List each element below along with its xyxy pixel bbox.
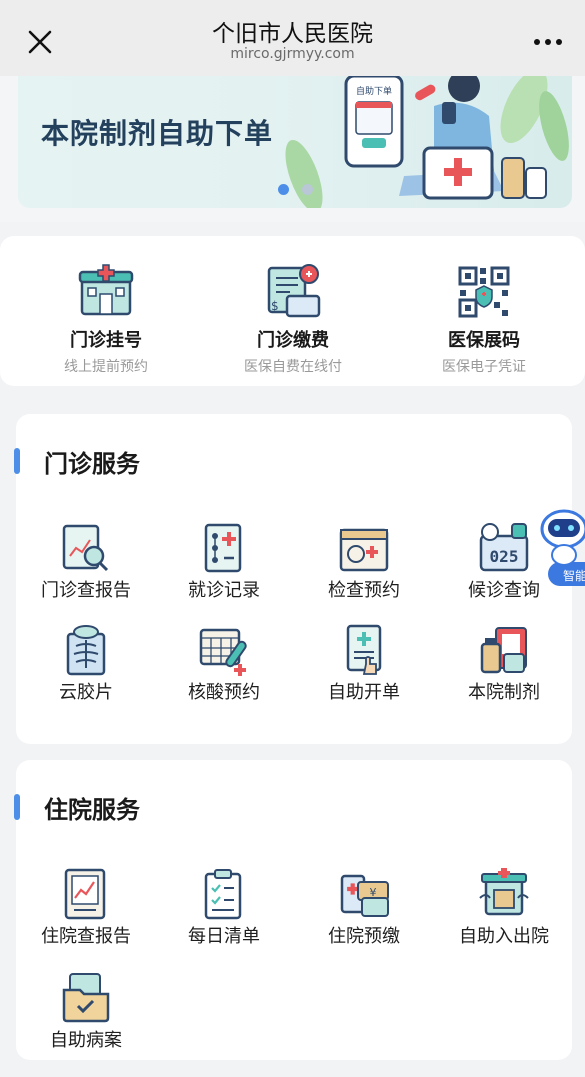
service-nucleic-acid-appointment[interactable]: 核酸预约 — [164, 624, 284, 704]
service-self-order[interactable]: 自助开单 — [304, 624, 424, 704]
quick-entry-label: 门诊挂号 — [70, 330, 142, 351]
quick-entry-sub: 医保自费在线付 — [244, 359, 342, 375]
outpatient-services-card: 门诊服务 门诊查报告 就诊记录 检查预约 025 候诊查询 云胶片 核酸预约 自… — [14, 414, 572, 744]
service-hospital-preparations[interactable]: 本院制剂 — [444, 624, 564, 704]
service-label: 门诊查报告 — [41, 580, 131, 601]
svg-text:$: $ — [271, 299, 279, 313]
service-inpatient-report[interactable]: 住院查报告 — [26, 868, 146, 948]
banner-pagination — [278, 180, 321, 199]
page-url: mirco.gjrmyy.com — [230, 46, 355, 62]
hospital-building-icon — [78, 264, 134, 316]
quick-entry-sub: 线上提前预约 — [64, 359, 148, 375]
self-order-icon — [346, 624, 382, 675]
test-tube-calendar-icon — [199, 628, 247, 676]
report-search-icon — [62, 524, 109, 572]
quick-entry-payment[interactable]: $ 门诊缴费 医保自费在线付 — [213, 264, 373, 376]
service-cloud-film[interactable]: 云胶片 — [26, 624, 146, 704]
banner-dot[interactable] — [302, 184, 314, 195]
service-label: 住院查报告 — [41, 926, 131, 947]
exam-calendar-icon — [339, 528, 389, 572]
quick-entry-label: 门诊缴费 — [257, 330, 329, 351]
queue-number-icon: 025 — [479, 523, 529, 572]
banner-area: 本院制剂自助下单 自助下单 — [0, 76, 585, 222]
qr-code-icon — [458, 266, 510, 318]
quick-entry-sub: 医保电子凭证 — [442, 359, 526, 375]
service-label: 检查预约 — [328, 580, 400, 601]
report-chart-icon — [64, 868, 106, 920]
service-label: 每日清单 — [188, 926, 260, 947]
service-inpatient-prepay[interactable]: ¥ 住院预缴 — [304, 868, 424, 948]
service-label: 自助入出院 — [459, 926, 549, 947]
xray-film-icon — [66, 625, 106, 676]
admission-discharge-icon — [479, 868, 529, 916]
quick-entry-label: 医保展码 — [448, 330, 520, 351]
assistant-label[interactable]: 智能导 — [563, 567, 585, 584]
inpatient-section-title: 住院服务 — [44, 796, 140, 824]
service-label: 自助开单 — [328, 682, 400, 703]
service-label: 本院制剂 — [468, 682, 540, 703]
prepay-cash-icon: ¥ — [340, 874, 389, 917]
service-label: 核酸预约 — [188, 682, 260, 703]
section-accent-bar — [14, 448, 20, 474]
service-label: 就诊记录 — [188, 580, 260, 601]
service-exam-appointment[interactable]: 检查预约 — [304, 522, 424, 602]
banner-dot-active[interactable] — [278, 184, 289, 195]
section-accent-bar — [14, 794, 20, 820]
service-admission-discharge[interactable]: 自助入出院 — [444, 868, 564, 948]
svg-text:¥: ¥ — [370, 886, 377, 899]
quick-entry-insurance-code[interactable]: 医保展码 医保电子凭证 — [404, 264, 564, 376]
medicine-bottles-icon — [480, 627, 527, 674]
service-outpatient-report[interactable]: 门诊查报告 — [26, 522, 146, 602]
promo-banner[interactable]: 本院制剂自助下单 自助下单 — [18, 76, 572, 208]
service-daily-list[interactable]: 每日清单 — [164, 868, 284, 948]
svg-text:025: 025 — [490, 547, 519, 566]
service-label: 云胶片 — [59, 682, 113, 703]
service-visit-records[interactable]: 就诊记录 — [164, 522, 284, 602]
page-title: 个旧市人民医院 — [212, 21, 373, 47]
payment-bill-icon: $ — [267, 264, 321, 318]
medical-record-folder-icon — [62, 973, 110, 1023]
service-label: 自助病案 — [50, 1030, 122, 1051]
service-self-medical-record[interactable]: 自助病案 — [26, 972, 146, 1052]
visit-record-icon — [204, 523, 242, 573]
more-options-icon[interactable] — [531, 28, 565, 56]
quick-entry-registration[interactable]: 门诊挂号 线上提前预约 — [26, 264, 186, 376]
service-label: 住院预缴 — [328, 926, 400, 947]
quick-entry-card: 门诊挂号 线上提前预约 $ 门诊缴费 医保自费在线付 医保展码 医保电子凭证 — [0, 236, 585, 386]
clipboard-list-icon — [204, 869, 242, 920]
outpatient-section-title: 门诊服务 — [44, 450, 140, 478]
banner-title: 本院制剂自助下单 — [41, 117, 274, 150]
title-bar: 个旧市人民医院 mirco.gjrmyy.com — [0, 0, 585, 76]
inpatient-services-card: 住院服务 住院查报告 每日清单 ¥ 住院预缴 自助入出院 自助病案 — [14, 760, 572, 1060]
